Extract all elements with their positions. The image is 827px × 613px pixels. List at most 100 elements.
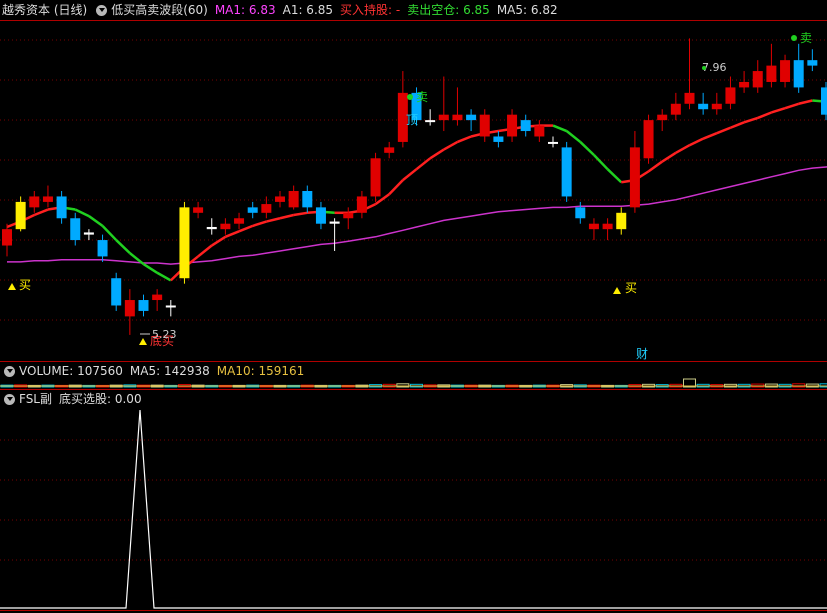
candle-body <box>302 191 313 208</box>
candle-body <box>752 71 763 88</box>
ma-short-segment <box>798 99 813 105</box>
candle-body <box>780 60 791 82</box>
candle-body <box>2 229 12 246</box>
candle-body <box>466 114 477 121</box>
candle-body <box>56 196 67 219</box>
candle-body <box>534 125 545 137</box>
candle-body <box>247 207 258 213</box>
candle-body <box>588 223 599 230</box>
ma-short-segment <box>579 141 595 156</box>
candle-body <box>711 103 722 110</box>
candle-body <box>343 212 354 219</box>
candle-body <box>602 223 613 230</box>
candle-body <box>70 218 81 241</box>
candle-body <box>193 207 204 213</box>
candle-body <box>793 60 804 88</box>
candle-body <box>83 232 94 235</box>
ma-short-segment <box>115 239 131 255</box>
bottom-buy-marker-icon <box>139 338 147 345</box>
candle-body <box>520 120 531 132</box>
candle-body <box>452 114 463 121</box>
low-price-label: 5.23 <box>152 328 177 341</box>
candle-body <box>629 147 640 208</box>
ma-short-segment <box>238 224 254 233</box>
buy-marker-icon <box>8 283 16 290</box>
wealth-label: 财 <box>636 347 648 361</box>
ma-short-segment <box>456 135 472 144</box>
ma-short-segment <box>266 217 281 223</box>
candle-body <box>616 212 627 230</box>
candle-body <box>821 87 827 115</box>
sell-label: 卖 <box>800 31 812 45</box>
buy-label: 买 <box>625 281 637 295</box>
volume-bar <box>396 383 410 388</box>
ma-short-segment <box>606 168 623 184</box>
ma-short-segment <box>252 220 267 228</box>
ma-short-segment <box>593 154 609 171</box>
ma-short-segment <box>402 168 418 182</box>
candle-body <box>275 196 285 202</box>
candle-body <box>315 207 326 224</box>
sell-dot-icon <box>407 94 413 100</box>
candle-body <box>384 147 395 153</box>
candle-body <box>42 196 53 202</box>
ma-short-segment <box>757 111 772 120</box>
ma-short-segment <box>211 235 227 247</box>
price-chart[interactable]: 买买底买5.23卖顶卖7.96财 <box>0 0 827 613</box>
candle-body <box>698 103 709 110</box>
ma-long-line <box>7 166 827 265</box>
candle-body <box>111 278 122 306</box>
candle-body <box>220 223 231 230</box>
candle-body <box>29 196 40 208</box>
candle-body <box>329 221 340 224</box>
candle-body <box>356 196 367 213</box>
candle-body <box>548 141 558 144</box>
ma-short-segment <box>293 211 308 217</box>
candle-body <box>124 300 135 317</box>
candle-body <box>165 305 176 308</box>
candle-body <box>234 218 245 224</box>
candle-body <box>479 114 490 137</box>
ma-short-segment <box>784 102 800 110</box>
ma-short-segment <box>443 140 459 151</box>
candle-body <box>179 207 190 279</box>
top-label: 顶 <box>406 113 418 127</box>
candle-body <box>97 240 108 257</box>
candle-body <box>739 81 750 88</box>
candle-body <box>15 201 26 230</box>
ma-short-segment <box>743 116 759 124</box>
ma-short-segment <box>702 132 718 140</box>
ma-short-segment <box>675 144 691 154</box>
sell-label: 卖 <box>416 90 428 104</box>
sell-dot-icon <box>702 66 706 70</box>
ma-short-segment <box>33 208 49 217</box>
candle-body <box>152 294 163 301</box>
ma-short-segment <box>429 148 445 160</box>
ma-short-segment <box>74 208 90 218</box>
candle-body <box>370 158 381 197</box>
ma-short-segment <box>156 271 172 282</box>
candle-body <box>425 120 436 123</box>
ma-short-segment <box>565 130 582 143</box>
ma-short-segment <box>647 160 663 173</box>
ma-short-segment <box>388 179 404 196</box>
candle-body <box>670 103 681 115</box>
candle-body <box>575 207 586 219</box>
ma-short-segment <box>279 213 294 220</box>
ma-short-segment <box>224 230 240 238</box>
candle-body <box>657 114 668 121</box>
candle-body <box>206 226 217 230</box>
ma-short-segment <box>552 124 568 133</box>
buy-marker-icon <box>613 287 621 294</box>
buy-label: 买 <box>19 278 31 292</box>
candle-body <box>725 87 736 104</box>
candle-body <box>261 204 272 213</box>
sell-dot-icon <box>791 35 797 41</box>
volume-bar <box>792 383 806 388</box>
ma-short-segment <box>88 215 104 227</box>
ma-short-segment <box>415 157 431 171</box>
candle-body <box>138 300 149 311</box>
ma-short-segment <box>197 244 213 258</box>
candle-body <box>807 60 818 66</box>
candle-body <box>438 114 449 121</box>
